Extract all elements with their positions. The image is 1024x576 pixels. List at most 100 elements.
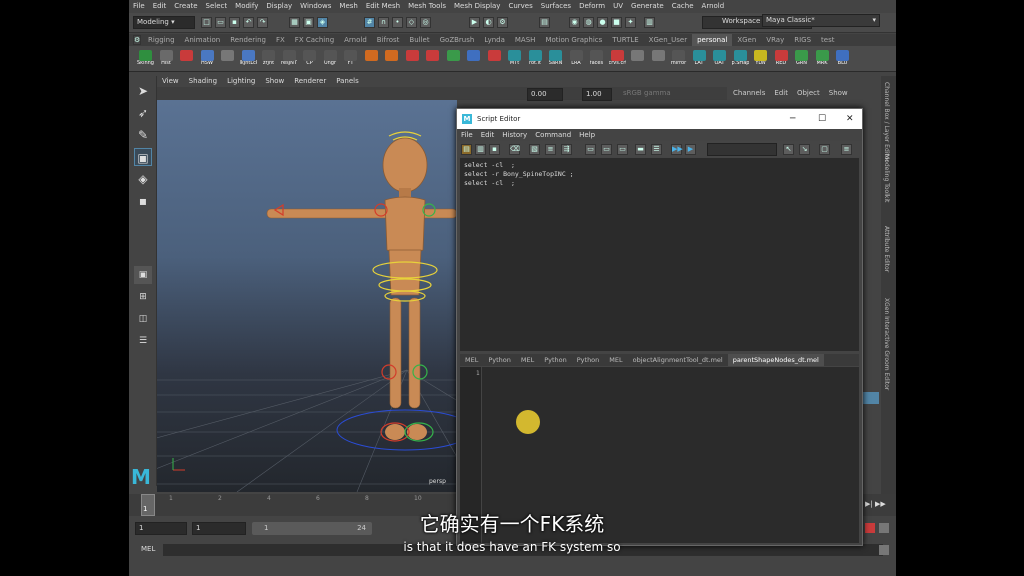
shelf-button[interactable] [445, 48, 462, 70]
execute-icon[interactable]: ▶ [685, 144, 696, 155]
menu-item-edit[interactable]: Edit [149, 0, 171, 13]
render-settings-icon[interactable]: ⚙ [497, 17, 508, 28]
snap-point-icon[interactable]: • [392, 17, 403, 28]
viewport-menu-view[interactable]: View [157, 76, 184, 87]
history-only-icon[interactable]: ▭ [585, 144, 596, 155]
shelf-button[interactable]: LRA [568, 48, 585, 70]
shelf-tab-turtle[interactable]: TURTLE [607, 34, 643, 46]
shelf-button[interactable]: Skinng [137, 48, 154, 70]
channel-box-menu-edit[interactable]: Edit [774, 89, 788, 97]
menu-item-mesh[interactable]: Mesh [335, 0, 361, 13]
shelf-button[interactable] [219, 48, 236, 70]
maximize-icon[interactable]: ☐ [818, 109, 826, 129]
menuset-dropdown[interactable]: Modeling ▾ [133, 16, 195, 29]
execute-all-icon[interactable]: ▶▶ [671, 144, 683, 155]
menu-item-windows[interactable]: Windows [296, 0, 335, 13]
viewport-menu-renderer[interactable]: Renderer [289, 76, 331, 87]
render-icon[interactable]: ▶ [469, 17, 480, 28]
side-tab-0[interactable]: Channel Box / Layer Editor [883, 82, 890, 162]
workspace-dropdown[interactable]: Maya Classic* ▾ [762, 14, 880, 27]
exposure-field[interactable]: 0.00 [527, 88, 563, 101]
select-hierarchy-icon[interactable]: ▦ [289, 17, 300, 28]
menu-item-display[interactable]: Display [262, 0, 296, 13]
move-tool-icon[interactable]: ▣ [134, 148, 152, 166]
viewport-menu-show[interactable]: Show [260, 76, 289, 87]
shelf-button[interactable]: Hist [158, 48, 175, 70]
shelf-button[interactable] [383, 48, 400, 70]
shelf-button[interactable]: FT [342, 48, 359, 70]
shelf-tab-lynda[interactable]: Lynda [479, 34, 510, 46]
menu-item-deform[interactable]: Deform [575, 0, 609, 13]
script-menu-history[interactable]: History [498, 129, 531, 141]
shelf-button[interactable] [178, 48, 195, 70]
menu-item-file[interactable]: File [129, 0, 149, 13]
paint-select-icon[interactable]: ✎ [134, 126, 152, 144]
shelf-button[interactable] [363, 48, 380, 70]
new-scene-icon[interactable]: □ [201, 17, 212, 28]
shelf-tab-arnold[interactable]: Arnold [339, 34, 372, 46]
clear-history-icon[interactable]: ⌫ [509, 144, 520, 155]
search-up-icon[interactable]: ↖ [783, 144, 794, 155]
menu-item-cache[interactable]: Cache [668, 0, 698, 13]
shelf-button[interactable]: OAT [711, 48, 728, 70]
shelf-tab-vray[interactable]: VRay [761, 34, 789, 46]
shelf-button[interactable]: crvs.crt [609, 48, 626, 70]
shelf-button[interactable]: Ungr [322, 48, 339, 70]
shelf-button[interactable]: p.SHapi [732, 48, 749, 70]
shelf-button[interactable]: GRN [793, 48, 810, 70]
shelf-button[interactable]: rot.it [527, 48, 544, 70]
playback-controls[interactable]: ▶| ▶▶ [865, 500, 886, 508]
shelf-tab-rendering[interactable]: Rendering [225, 34, 271, 46]
clear-all-icon[interactable]: ☰ [651, 144, 662, 155]
side-tab-2[interactable]: Attribute Editor [883, 226, 890, 272]
shelf-tab-personal[interactable]: personal [692, 34, 733, 46]
save-scene-icon[interactable]: ▪ [229, 17, 240, 28]
shelf-button[interactable]: HSW [199, 48, 216, 70]
menu-item-uv[interactable]: UV [609, 0, 627, 13]
render-view-icon[interactable]: ▤ [539, 17, 550, 28]
shelf-button[interactable] [629, 48, 646, 70]
script-tab[interactable]: objectAlignmentTool_dt.mel [628, 354, 728, 366]
menu-item-mesh-display[interactable]: Mesh Display [450, 0, 504, 13]
shelf-button[interactable]: zrJnt [260, 48, 277, 70]
script-editor-titlebar[interactable]: M Script Editor ─ ☐ ✕ [457, 109, 862, 129]
shelf-button[interactable]: SaRN [547, 48, 564, 70]
undo-icon[interactable]: ↶ [243, 17, 254, 28]
shelf-button[interactable]: mirror b [670, 48, 687, 70]
shelf-settings-icon[interactable]: ⚙ [133, 35, 141, 45]
hypershade-icon[interactable]: ◉ [569, 17, 580, 28]
help-icon[interactable]: ▢ [819, 144, 830, 155]
snap-view-icon[interactable]: ◇ [406, 17, 417, 28]
shelf-button[interactable]: MRK [814, 48, 831, 70]
search-field[interactable] [707, 143, 777, 156]
script-menu-command[interactable]: Command [531, 129, 575, 141]
shelf-tab-motion-graphics[interactable]: Motion Graphics [540, 34, 607, 46]
viewport-menu-shading[interactable]: Shading [184, 76, 222, 87]
gamma-field[interactable]: 1.00 [582, 88, 612, 101]
shelf-tab-mash[interactable]: MASH [510, 34, 541, 46]
shelf-button[interactable] [465, 48, 482, 70]
close-icon[interactable]: ✕ [846, 109, 854, 129]
menu-item-arnold[interactable]: Arnold [698, 0, 729, 13]
four-view-icon[interactable]: ⊞ [134, 288, 152, 306]
script-tab[interactable]: Python [483, 354, 516, 366]
menu-item-edit-mesh[interactable]: Edit Mesh [362, 0, 404, 13]
echo-icon[interactable]: ▧ [529, 144, 540, 155]
shelf-tab-fx[interactable]: FX [271, 34, 290, 46]
channel-box-menu-show[interactable]: Show [829, 89, 848, 97]
single-view-icon[interactable]: ▣ [134, 266, 152, 284]
channel-box-menu-object[interactable]: Object [797, 89, 820, 97]
shelf-button[interactable]: lkJntLck [240, 48, 257, 70]
shelf-button[interactable]: RED [773, 48, 790, 70]
shelf-tab-bifrost[interactable]: Bifrost [372, 34, 405, 46]
shelf-button[interactable]: MTt [506, 48, 523, 70]
layer-scroll[interactable] [863, 392, 879, 404]
select-component-icon[interactable]: ◈ [317, 17, 328, 28]
search-down-icon[interactable]: ↘ [799, 144, 810, 155]
shelf-tab-animation[interactable]: Animation [180, 34, 226, 46]
shelf-button[interactable] [404, 48, 421, 70]
shelf-button[interactable]: resJNT [281, 48, 298, 70]
shelf-tab-test[interactable]: test [816, 34, 839, 46]
minimize-icon[interactable]: ─ [790, 109, 795, 129]
snap-grid-icon[interactable]: # [364, 17, 375, 28]
